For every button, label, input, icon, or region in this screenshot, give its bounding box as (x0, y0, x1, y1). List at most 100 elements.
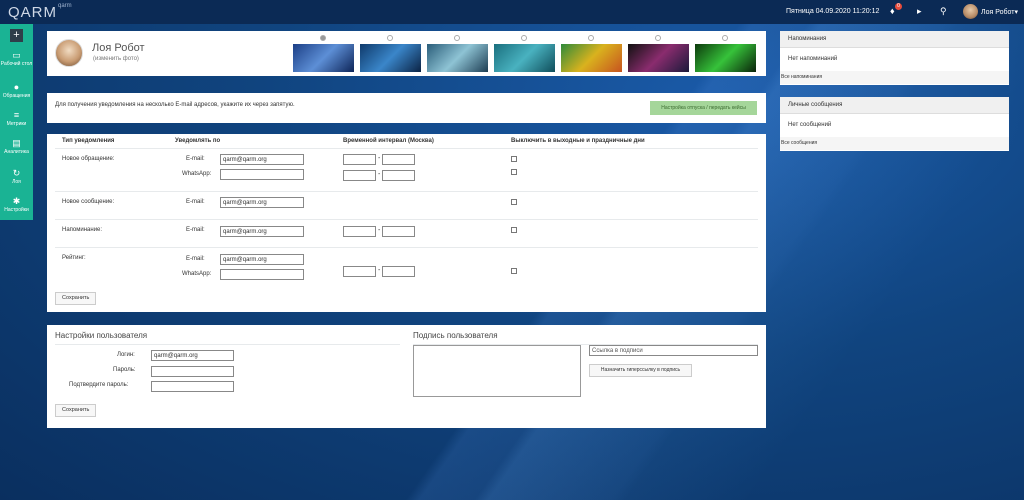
sidebar-item-desktop[interactable]: ▭ Рабочий стол (0, 50, 33, 67)
time-separator: - (378, 227, 381, 234)
messages-widget: Личные сообщения Нет сообщений Все сообщ… (780, 97, 1009, 151)
time-from-field[interactable] (343, 226, 376, 237)
bell-icon[interactable]: ♦ (890, 6, 895, 16)
header-interval: Временной интервал (Москва) (343, 138, 434, 144)
rating-email-field[interactable]: qarm@qarm.org (220, 254, 304, 265)
sidebar-item-label: Обращения (2, 93, 31, 99)
sidebar-item-analytics[interactable]: ▤ Аналитика (0, 138, 33, 155)
add-button[interactable]: + (10, 29, 23, 42)
confirm-password-label: Подтвердите пароль: (69, 382, 129, 388)
weekend-checkbox[interactable] (511, 169, 517, 175)
weekend-checkbox[interactable] (511, 199, 517, 205)
notification-settings: Тип уведомления Уведомлять по Временной … (47, 134, 766, 312)
profile-name: Лоя Робот (92, 42, 145, 54)
sidebar-item-label: Аналитика (4, 149, 29, 155)
signature-textarea[interactable] (413, 345, 581, 397)
theme-thumbnail[interactable] (695, 44, 756, 72)
time-from-field[interactable] (343, 154, 376, 165)
vacation-settings-button[interactable]: Настройка отпуска / передать кейсы (650, 101, 757, 115)
all-reminders-link[interactable]: Все напоминания (780, 71, 1009, 84)
sidebar: + ▭ Рабочий стол ● Обращения ≡ Метрики ▤… (0, 24, 33, 220)
avatar[interactable] (55, 39, 83, 67)
new-message-email-field[interactable]: qarm@qarm.org (220, 197, 304, 208)
theme-radio[interactable] (588, 35, 594, 41)
weekend-checkbox[interactable] (511, 227, 517, 233)
theme-thumbnail[interactable] (360, 44, 421, 72)
notice-panel: Для получения уведомления на несколько E… (47, 93, 766, 123)
confirm-password-field[interactable] (151, 381, 234, 392)
profile-panel: Лоя Робот (изменить фото) (47, 31, 766, 76)
user-settings-title: Настройки пользователя (55, 331, 148, 340)
weekend-checkbox[interactable] (511, 156, 517, 162)
current-datetime: Пятница 04.09.2020 11:20:12 (786, 8, 880, 15)
password-field[interactable] (151, 366, 234, 377)
time-to-field[interactable] (382, 154, 415, 165)
email-label: E-mail: (186, 256, 205, 262)
sidebar-item-requests[interactable]: ● Обращения (0, 82, 33, 99)
time-separator: - (378, 155, 381, 162)
time-to-field[interactable] (382, 266, 415, 277)
signature-link-field[interactable]: Ссылка в подписи (589, 345, 758, 356)
theme-option[interactable] (427, 35, 488, 72)
theme-thumbnail[interactable] (293, 44, 354, 72)
sidebar-item-loya[interactable]: ↻ Лоя (0, 168, 33, 185)
theme-option[interactable] (695, 35, 756, 72)
theme-option[interactable] (293, 35, 354, 72)
theme-option[interactable] (628, 35, 689, 72)
time-from-field[interactable] (343, 266, 376, 277)
row-type-label: Рейтинг: (62, 255, 86, 261)
row-type-label: Новое сообщение: (62, 199, 115, 205)
header-weekends: Выключить в выходные и праздничные дни (511, 138, 645, 144)
logo[interactable]: QARM (8, 4, 57, 21)
comment-icon: ● (13, 82, 20, 92)
gear-icon: ✱ (12, 196, 21, 206)
login-field[interactable]: qarm@qarm.org (151, 350, 234, 361)
save-notifications-button[interactable]: Сохранить (55, 292, 97, 305)
theme-thumbnail[interactable] (494, 44, 555, 72)
weekend-checkbox[interactable] (511, 268, 517, 274)
time-from-field[interactable] (343, 170, 376, 181)
reminders-title: Напоминания (780, 31, 1009, 48)
time-to-field[interactable] (382, 226, 415, 237)
theme-radio[interactable] (454, 35, 460, 41)
whatsapp-label: WhatsApp: (182, 171, 212, 177)
signature-title: Подпись пользователя (413, 331, 498, 340)
sidebar-item-label: Рабочий стол (0, 61, 33, 67)
change-photo-link[interactable]: (изменить фото) (93, 56, 139, 62)
monitor-icon: ▭ (12, 50, 21, 60)
theme-radio[interactable] (722, 35, 728, 41)
all-messages-link[interactable]: Все сообщения (780, 137, 1009, 150)
save-user-settings-button[interactable]: Сохранить (55, 404, 97, 417)
user-menu[interactable]: Лоя Робот▾ (981, 8, 1018, 16)
login-label: Логин: (117, 352, 135, 358)
new-request-email-field[interactable]: qarm@qarm.org (220, 154, 304, 165)
theme-thumbnail[interactable] (561, 44, 622, 72)
theme-radio[interactable] (521, 35, 527, 41)
notice-text: Для получения уведомления на несколько E… (55, 102, 295, 108)
assign-link-button[interactable]: Назначить гиперссылку в подпись (589, 364, 692, 377)
theme-option[interactable] (360, 35, 421, 72)
list-icon: ≡ (13, 110, 20, 120)
theme-radio[interactable] (320, 35, 326, 41)
top-bar: QARM qarm Пятница 04.09.2020 11:20:12 ♦ … (0, 0, 1024, 24)
theme-radio[interactable] (387, 35, 393, 41)
theme-option[interactable] (561, 35, 622, 72)
theme-thumbnail[interactable] (628, 44, 689, 72)
messages-empty: Нет сообщений (788, 122, 832, 128)
reminder-email-field[interactable]: qarm@qarm.org (220, 226, 304, 237)
speaker-icon[interactable]: ▸ (917, 6, 922, 17)
sidebar-item-metrics[interactable]: ≡ Метрики (0, 110, 33, 127)
row-type-label: Новое обращение: (62, 156, 115, 162)
sidebar-item-settings[interactable]: ✱ Настройки (0, 196, 33, 213)
sidebar-item-label: Настройки (4, 207, 29, 213)
new-request-whatsapp-field[interactable] (220, 169, 304, 180)
time-to-field[interactable] (382, 170, 415, 181)
sidebar-item-label: Метрики (6, 121, 27, 127)
row-type-label: Напоминание: (62, 227, 103, 233)
theme-thumbnail[interactable] (427, 44, 488, 72)
theme-radio[interactable] (655, 35, 661, 41)
search-icon[interactable]: ⚲ (940, 6, 947, 17)
theme-option[interactable] (494, 35, 555, 72)
avatar[interactable] (963, 4, 978, 19)
rating-whatsapp-field[interactable] (220, 269, 304, 280)
